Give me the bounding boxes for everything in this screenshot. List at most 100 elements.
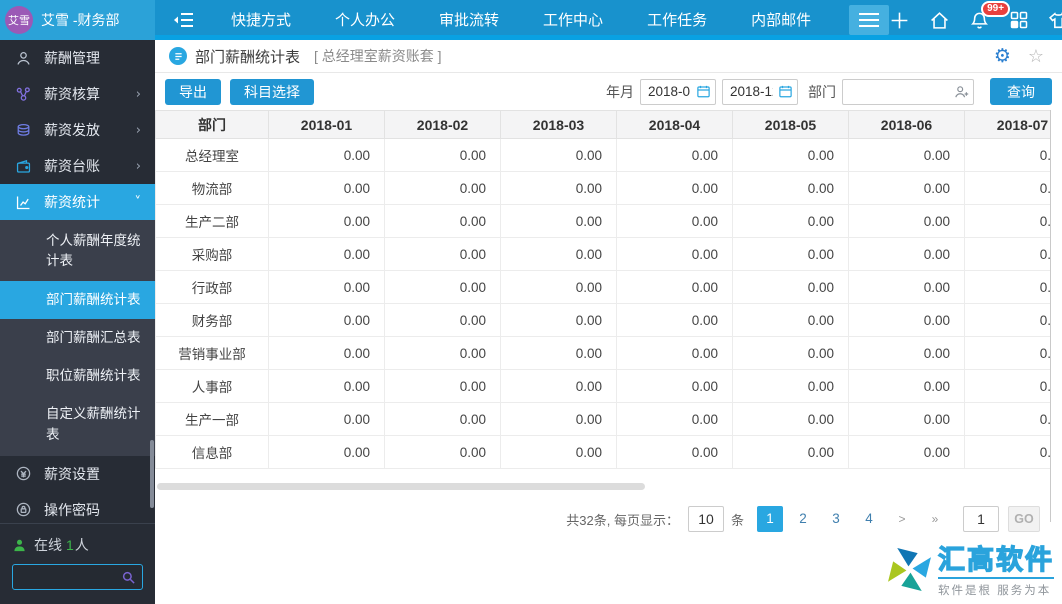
nav-item-0[interactable]: 快捷方式: [209, 3, 313, 38]
value-cell: 0.00: [732, 336, 849, 370]
value-cell: 0.00: [268, 204, 385, 238]
sidebar-item-4[interactable]: 薪资统计 ˅: [0, 184, 155, 220]
sidebar-subitem-4-1[interactable]: 部门薪酬统计表: [0, 280, 155, 319]
plus-icon[interactable]: [889, 10, 910, 31]
bell-icon[interactable]: 99+: [969, 0, 1011, 31]
online-unit: 人: [74, 537, 89, 553]
dept-cell: 营销事业部: [155, 336, 269, 370]
column-header: 2018-01: [268, 110, 385, 139]
table-row[interactable]: 生产一部0.000.000.000.000.000.000.00: [155, 402, 1050, 436]
sidebar-scrollbar[interactable]: [150, 440, 154, 508]
value-cell: 0.00: [732, 204, 849, 238]
topbar-icons: 99+: [889, 0, 1062, 31]
value-cell: 0.00: [500, 435, 617, 469]
dept-cell: 物流部: [155, 171, 269, 205]
sidebar-subitem-4-0[interactable]: 个人薪酬年度统计表: [0, 222, 155, 281]
horizontal-scrollbar-thumb[interactable]: [157, 483, 645, 490]
date-range-label: 年月: [606, 83, 634, 100]
table-row[interactable]: 行政部0.000.000.000.000.000.000.00: [155, 270, 1050, 304]
wallet-icon: [15, 157, 33, 175]
theme-icon[interactable]: [1048, 10, 1062, 31]
sidebar-item-label: 薪资发放: [44, 122, 100, 138]
person-picker-icon[interactable]: [953, 84, 969, 100]
query-button[interactable]: 查询: [990, 78, 1052, 105]
page-button-1[interactable]: 1: [757, 506, 783, 532]
sidebar-item-label: 操作密码: [44, 501, 100, 518]
menu-burger-button[interactable]: [849, 5, 890, 35]
value-cell: 0.00: [732, 303, 849, 337]
dept-filter-label: 部门: [808, 83, 836, 100]
sidebar-item-2[interactable]: 薪资发放 ›: [0, 112, 155, 148]
sidebar-item-3[interactable]: 薪资台账 ›: [0, 148, 155, 184]
table-row[interactable]: 信息部0.000.000.000.000.000.000.00: [155, 435, 1050, 469]
sidebar-subitem-4-3[interactable]: 职位薪酬统计表: [0, 357, 155, 395]
value-cell: 0.00: [500, 270, 617, 304]
nav-item-3[interactable]: 工作中心: [521, 3, 625, 38]
value-cell: 0.00: [964, 171, 1050, 205]
chevron-right-icon: ›: [135, 158, 141, 174]
chevron-down-icon: ˅: [134, 194, 142, 210]
nav-item-1[interactable]: 个人办公: [313, 3, 417, 38]
table-row[interactable]: 财务部0.000.000.000.000.000.000.00: [155, 303, 1050, 337]
topbar: 艾雪 艾雪 -财务部 快捷方式 个人办公 审批流转 工作中心 工作任务 内部邮件 99+: [0, 0, 1062, 40]
table-row[interactable]: 采购部0.000.000.000.000.000.000.00: [155, 237, 1050, 271]
nav-item-5[interactable]: 内部邮件: [729, 3, 833, 38]
vertical-scrollbar-track[interactable]: [1050, 110, 1051, 522]
page-buttons: 1234: [757, 506, 882, 532]
table-row[interactable]: 物流部0.000.000.000.000.000.000.00: [155, 171, 1050, 205]
user-avatar[interactable]: 艾雪: [5, 6, 33, 34]
last-page-button[interactable]: »: [922, 506, 948, 532]
nodes-icon: [15, 85, 33, 103]
dept-cell: 采购部: [155, 237, 269, 271]
dept-cell: 行政部: [155, 270, 269, 304]
sidebar-bottom-panel: 在线 1 人: [0, 523, 155, 604]
table-header-row: 部门 2018-01 2018-02 2018-03 2018-04 2018-05 201…: [155, 110, 1050, 139]
value-cell: 0.00: [616, 402, 733, 436]
search-icon[interactable]: [121, 570, 136, 585]
value-cell: 0.00: [964, 369, 1050, 403]
value-cell: 0.00: [384, 204, 501, 238]
value-cell: 0.00: [500, 237, 617, 271]
sidebar-item-5[interactable]: 薪资设置: [0, 456, 155, 492]
sidebar-item-0[interactable]: 薪酬管理: [0, 40, 155, 76]
page-button-2[interactable]: 2: [790, 506, 816, 532]
vendor-logo: 汇高软件 软件是根 服务为本: [886, 545, 1054, 598]
table-row[interactable]: 营销事业部0.000.000.000.000.000.000.00: [155, 336, 1050, 370]
document-icon: [169, 47, 187, 65]
value-cell: 0.00: [964, 237, 1050, 271]
sidebar-subitem-4-2[interactable]: 部门薪酬汇总表: [0, 319, 155, 357]
value-cell: 0.00: [500, 369, 617, 403]
sidebar-search-input[interactable]: [13, 569, 121, 585]
vendor-tagline: 软件是根 服务为本: [938, 576, 1054, 598]
settings-gear-icon[interactable]: ⚙: [994, 45, 1011, 67]
column-header: 2018-03: [500, 110, 617, 139]
favorite-star-icon[interactable]: ☆: [1028, 46, 1044, 67]
sidebar-item-label: 薪资核算: [44, 86, 100, 102]
next-page-button[interactable]: >: [889, 506, 915, 532]
table-row[interactable]: 总经理室0.000.000.000.000.000.000.00: [155, 138, 1050, 172]
sidebar-subitem-4-4[interactable]: 自定义薪酬统计表: [0, 395, 155, 454]
value-cell: 0.00: [384, 369, 501, 403]
value-cell: 0.00: [964, 204, 1050, 238]
sidebar-collapse-icon[interactable]: [173, 10, 195, 30]
export-button[interactable]: 导出: [165, 78, 221, 105]
apps-icon[interactable]: [1009, 10, 1029, 30]
nav-item-4[interactable]: 工作任务: [625, 3, 729, 38]
sidebar-submenu: 个人薪酬年度统计表 部门薪酬统计表 部门薪酬汇总表 职位薪酬统计表 自定义薪酬统计表: [0, 220, 155, 456]
page-button-4[interactable]: 4: [856, 506, 882, 532]
table-row[interactable]: 人事部0.000.000.000.000.000.000.00: [155, 369, 1050, 403]
calendar-icon[interactable]: [696, 84, 711, 99]
dept-cell: 生产一部: [155, 402, 269, 436]
calendar-icon[interactable]: [778, 84, 793, 99]
page-button-3[interactable]: 3: [823, 506, 849, 532]
goto-page-input[interactable]: [963, 506, 999, 532]
go-button[interactable]: GO: [1008, 506, 1040, 532]
subject-select-button[interactable]: 科目选择: [230, 78, 314, 105]
sidebar-item-1[interactable]: 薪资核算 ›: [0, 76, 155, 112]
column-header: 2018-02: [384, 110, 501, 139]
nav-item-2[interactable]: 审批流转: [417, 3, 521, 38]
page-size-input[interactable]: [687, 506, 724, 532]
table-row[interactable]: 生产二部0.000.000.000.000.000.000.00: [155, 204, 1050, 238]
circle-salary-icon: [15, 465, 33, 483]
home-icon[interactable]: [929, 10, 950, 31]
